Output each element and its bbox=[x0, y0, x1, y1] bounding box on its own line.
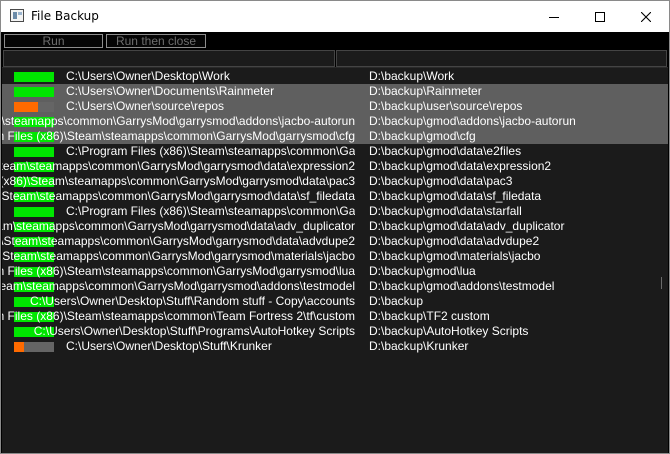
backup-row[interactable]: C:\Users\Owner\Desktop\Stuff\Krunker D:\b… bbox=[2, 339, 668, 354]
close-button[interactable] bbox=[623, 1, 669, 32]
destination-path: D:\backup\gmod\data\expression2 bbox=[369, 159, 552, 173]
source-path: C:\Users\Owner\Desktop\Stuff\Krunker bbox=[66, 340, 272, 353]
backup-row[interactable]: C:\Users\Owner\source\repos D:\backup\use… bbox=[2, 99, 668, 114]
destination-path: D:\backup\Krunker bbox=[369, 339, 469, 353]
source-path: C:\Program Files (x86)\Steam\steamapps\c… bbox=[2, 280, 355, 293]
backup-row[interactable]: C:\Users\Owner\Desktop\Stuff\Programs\Au… bbox=[2, 324, 668, 339]
source-path-cell: C:\Users\Owner\Documents\Rainmeter bbox=[2, 85, 355, 99]
source-path-cell: C:\Program Files (x86)\Steam\steamapps\c… bbox=[2, 220, 355, 234]
destination-path: D:\backup\gmod\data\pac3 bbox=[369, 174, 513, 188]
file-backup-window: File Backup Run Run then close C:\Users\… bbox=[0, 0, 670, 454]
window-title: File Backup bbox=[31, 9, 99, 23]
backup-row[interactable]: C:\Program Files (x86)\Steam\steamapps\c… bbox=[2, 249, 668, 264]
backup-row[interactable]: C:\Program Files (x86)\Steam\steamapps\c… bbox=[2, 189, 668, 204]
destination-path: D:\backup\gmod\addons\jacbo-autorun bbox=[369, 114, 576, 128]
backup-row[interactable]: C:\Program Files (x86)\Steam\steamapps\c… bbox=[2, 159, 668, 174]
backup-row[interactable]: C:\Program Files (x86)\Steam\steamapps\c… bbox=[2, 264, 668, 279]
destination-path: D:\backup bbox=[369, 294, 424, 308]
source-path: C:\Program Files (x86)\Steam\steamapps\c… bbox=[66, 205, 355, 218]
app-icon bbox=[10, 9, 24, 22]
source-path-cell: C:\Users\Owner\Desktop\Work bbox=[2, 70, 355, 84]
run-button[interactable]: Run bbox=[4, 34, 103, 48]
source-path: C:\Program Files (x86)\Steam\steamapps\c… bbox=[2, 175, 355, 188]
close-icon bbox=[641, 11, 651, 22]
source-path: C:\Users\Owner\Documents\Rainmeter bbox=[66, 85, 275, 98]
backup-row[interactable]: C:\Program Files (x86)\Steam\steamapps\c… bbox=[2, 204, 668, 219]
destination-path: D:\backup\gmod\data\adv_duplicator bbox=[369, 219, 565, 233]
source-path-cell: C:\Program Files (x86)\Steam\steamapps\c… bbox=[2, 175, 355, 189]
source-path: C:\Program Files (x86)\Steam\steamapps\c… bbox=[2, 130, 355, 143]
backup-row[interactable]: C:\Users\Owner\Desktop\Stuff\Random stuf… bbox=[2, 294, 668, 309]
source-path-cell: C:\Program Files (x86)\Steam\steamapps\c… bbox=[2, 130, 355, 144]
destination-path: D:\backup\gmod\data\starfall bbox=[369, 204, 522, 218]
source-path: C:\Program Files (x86)\Steam\steamapps\c… bbox=[2, 250, 355, 263]
source-path: C:\Program Files (x86)\Steam\steamapps\c… bbox=[2, 190, 355, 203]
title-bar[interactable]: File Backup bbox=[1, 1, 669, 32]
source-path: C:\Program Files (x86)\Steam\steamapps\c… bbox=[66, 145, 355, 158]
backup-row[interactable]: C:\Program Files (x86)\Steam\steamapps\c… bbox=[2, 219, 668, 234]
source-path: C:\Program Files (x86)\Steam\steamapps\c… bbox=[2, 160, 355, 173]
source-path: C:\Users\Owner\Desktop\Stuff\Programs\Au… bbox=[33, 325, 355, 338]
column-header-destination[interactable] bbox=[336, 50, 667, 67]
destination-path: D:\backup\gmod\data\advdupe2 bbox=[369, 234, 540, 248]
destination-path: D:\backup\Work bbox=[369, 69, 455, 83]
minimize-button[interactable] bbox=[531, 1, 577, 32]
source-path: C:\Program Files (x86)\Steam\steamapps\c… bbox=[2, 310, 355, 323]
source-path: C:\Users\Owner\source\repos bbox=[66, 100, 225, 113]
run-then-close-button[interactable]: Run then close bbox=[106, 34, 206, 48]
backup-row[interactable]: C:\Program Files (x86)\Steam\steamapps\c… bbox=[2, 114, 668, 129]
source-path-cell: C:\Program Files (x86)\Steam\steamapps\c… bbox=[2, 250, 355, 264]
source-path-cell: C:\Users\Owner\Desktop\Stuff\Programs\Au… bbox=[2, 325, 355, 339]
source-path-cell: C:\Users\Owner\source\repos bbox=[2, 100, 355, 114]
source-path: C:\Program Files (x86)\Steam\steamapps\c… bbox=[2, 235, 355, 248]
source-path: C:\Users\Owner\Desktop\Work bbox=[66, 70, 230, 83]
source-path-cell: C:\Program Files (x86)\Steam\steamapps\c… bbox=[2, 145, 355, 159]
destination-path: D:\backup\TF2 custom bbox=[369, 309, 490, 323]
source-path: C:\Program Files (x86)\Steam\steamapps\c… bbox=[2, 115, 355, 128]
source-path-cell: C:\Program Files (x86)\Steam\steamapps\c… bbox=[2, 310, 355, 324]
source-path: C:\Program Files (x86)\Steam\steamapps\c… bbox=[2, 220, 355, 233]
source-path-cell: C:\Program Files (x86)\Steam\steamapps\c… bbox=[2, 265, 355, 279]
maximize-icon bbox=[595, 11, 605, 22]
backup-row[interactable]: C:\Program Files (x86)\Steam\steamapps\c… bbox=[2, 174, 668, 189]
source-path-cell: C:\Program Files (x86)\Steam\steamapps\c… bbox=[2, 190, 355, 204]
backup-row[interactable]: C:\Program Files (x86)\Steam\steamapps\c… bbox=[2, 279, 668, 294]
source-path: C:\Users\Owner\Desktop\Stuff\Random stuf… bbox=[29, 295, 355, 308]
toolbar: Run Run then close bbox=[1, 32, 669, 50]
backup-row[interactable]: C:\Program Files (x86)\Steam\steamapps\c… bbox=[2, 144, 668, 159]
source-path-cell: C:\Program Files (x86)\Steam\steamapps\c… bbox=[2, 235, 355, 249]
backup-row[interactable]: C:\Users\Owner\Desktop\Work D:\backup\Wor… bbox=[2, 69, 668, 84]
destination-path: D:\backup\gmod\cfg bbox=[369, 129, 476, 143]
source-path-cell: C:\Program Files (x86)\Steam\steamapps\c… bbox=[2, 280, 355, 294]
source-path-cell: C:\Program Files (x86)\Steam\steamapps\c… bbox=[2, 160, 355, 174]
destination-path: D:\backup\gmod\data\e2files bbox=[369, 144, 522, 158]
destination-path: D:\backup\Rainmeter bbox=[369, 84, 482, 98]
destination-path: D:\backup\gmod\addons\testmodel bbox=[369, 279, 555, 293]
source-path-cell: C:\Program Files (x86)\Steam\steamapps\c… bbox=[2, 115, 355, 129]
destination-path: D:\backup\user\source\repos bbox=[369, 99, 523, 113]
destination-path: D:\backup\gmod\lua bbox=[369, 264, 476, 278]
backup-row[interactable]: C:\Users\Owner\Documents\Rainmeter D:\bac… bbox=[2, 84, 668, 99]
backup-row[interactable]: C:\Program Files (x86)\Steam\steamapps\c… bbox=[2, 309, 668, 324]
source-path: C:\Program Files (x86)\Steam\steamapps\c… bbox=[2, 265, 355, 278]
destination-path: D:\backup\gmod\data\sf_filedata bbox=[369, 189, 542, 203]
minimize-icon bbox=[549, 16, 559, 18]
source-path-cell: C:\Users\Owner\Desktop\Stuff\Krunker bbox=[2, 340, 355, 354]
source-path-cell: C:\Program Files (x86)\Steam\steamapps\c… bbox=[2, 205, 355, 219]
backup-row[interactable]: C:\Program Files (x86)\Steam\steamapps\c… bbox=[2, 234, 668, 249]
backup-row[interactable]: C:\Program Files (x86)\Steam\steamapps\c… bbox=[2, 129, 668, 144]
destination-path: D:\backup\AutoHotkey Scripts bbox=[369, 324, 529, 338]
destination-path: D:\backup\gmod\materials\jacbo bbox=[369, 249, 541, 263]
column-header-source[interactable] bbox=[3, 50, 335, 67]
maximize-button[interactable] bbox=[577, 1, 623, 32]
backup-list[interactable]: C:\Users\Owner\Desktop\Work D:\backup\Wor… bbox=[2, 67, 668, 453]
source-path-cell: C:\Users\Owner\Desktop\Stuff\Random stuf… bbox=[2, 295, 355, 309]
